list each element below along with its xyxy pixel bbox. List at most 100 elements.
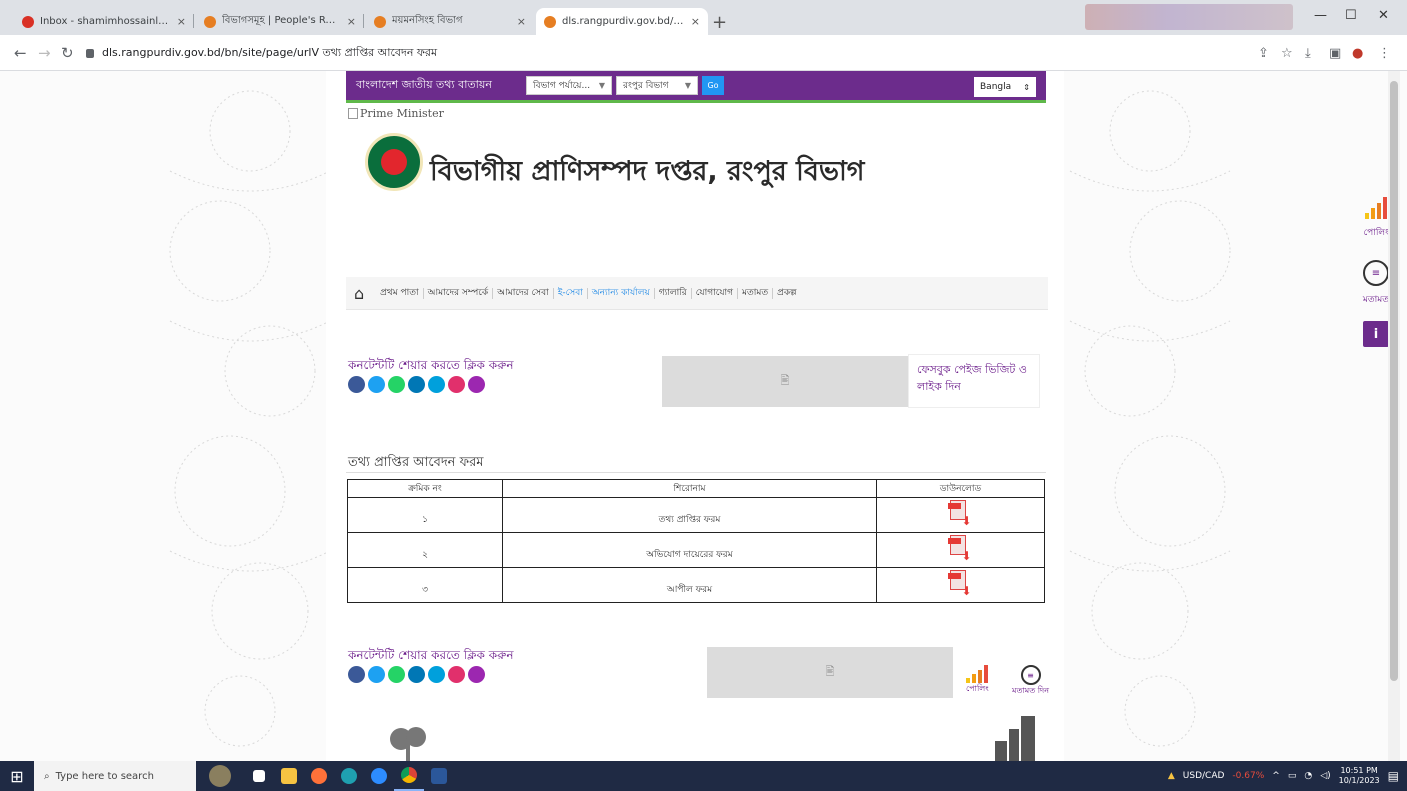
sidepanel-icon[interactable]: ▣ bbox=[1329, 46, 1341, 61]
edge-icon[interactable] bbox=[334, 761, 364, 791]
messenger-icon[interactable] bbox=[448, 376, 465, 393]
share-icon[interactable]: ⇪ bbox=[1258, 46, 1269, 61]
zoom-icon[interactable] bbox=[364, 761, 394, 791]
bookmark-star-icon[interactable]: ☆ bbox=[1281, 46, 1293, 61]
notification-icon[interactable]: ▤ bbox=[1388, 769, 1399, 783]
close-icon[interactable]: × bbox=[691, 15, 700, 28]
menu-item-gallery[interactable]: গ্যালারি bbox=[655, 287, 692, 299]
close-icon[interactable]: × bbox=[517, 15, 526, 28]
menu-item-services[interactable]: আমাদের সেবা bbox=[493, 287, 554, 299]
close-icon[interactable]: × bbox=[347, 15, 356, 28]
browser-tab[interactable]: Inbox - shamimhossainlms@gm × bbox=[14, 8, 194, 35]
main-menu: ⌂ প্রথম পাতা আমাদের সম্পর্কে আমাদের সেবা… bbox=[346, 277, 1048, 310]
title-cell: আপীল ফরম bbox=[502, 567, 877, 603]
firefox-icon[interactable] bbox=[304, 761, 334, 791]
browser-tab-active[interactable]: dls.rangpurdiv.gov.bd/bn/site/p × bbox=[536, 8, 708, 35]
whatsapp-icon[interactable] bbox=[388, 666, 405, 683]
floating-info-button[interactable]: i bbox=[1363, 321, 1389, 347]
language-select[interactable]: Bangla ⇕ bbox=[974, 77, 1036, 97]
file-explorer-icon[interactable] bbox=[274, 761, 304, 791]
address-bar[interactable]: dls.rangpurdiv.gov.bd/bn/site/page/urlV … bbox=[86, 41, 1236, 65]
close-icon[interactable]: × bbox=[177, 15, 186, 28]
menu-item-about[interactable]: আমাদের সম্পর্কে bbox=[424, 287, 494, 299]
twitter-icon[interactable] bbox=[368, 376, 385, 393]
chat-icon: ≡ bbox=[1362, 260, 1389, 286]
battery-icon[interactable]: ▭ bbox=[1288, 771, 1297, 781]
tree-illustration bbox=[390, 727, 426, 761]
maximize-button[interactable]: ☐ bbox=[1345, 8, 1357, 23]
close-window-button[interactable]: ✕ bbox=[1378, 8, 1389, 23]
home-icon[interactable]: ⌂ bbox=[354, 284, 364, 303]
download-icon[interactable]: ⤓ bbox=[1305, 46, 1311, 61]
menu-item-contact[interactable]: যোগাযোগ bbox=[692, 287, 739, 299]
forward-icon[interactable]: → bbox=[38, 44, 51, 62]
menu-item-eservice[interactable]: ই-সেবা bbox=[554, 287, 588, 299]
broken-image-icon bbox=[348, 108, 358, 119]
facebook-icon[interactable] bbox=[348, 376, 365, 393]
serial-cell: ৩ bbox=[347, 567, 503, 603]
page-title: তথ্য প্রাপ্তির আবেদন ফরম bbox=[348, 455, 484, 470]
government-seal-logo[interactable] bbox=[365, 133, 423, 191]
volume-icon[interactable]: ◁) bbox=[1320, 771, 1330, 781]
linkedin-icon[interactable] bbox=[408, 376, 425, 393]
download-cell: ⬇ bbox=[876, 532, 1045, 568]
network-icon[interactable]: ◔ bbox=[1304, 771, 1312, 781]
linkedin-icon[interactable] bbox=[408, 666, 425, 683]
page-scrollbar[interactable] bbox=[1388, 71, 1400, 761]
profile-avatar[interactable]: ● bbox=[1352, 46, 1363, 61]
office-select[interactable]: রংপুর বিভাগ ▼ bbox=[616, 76, 698, 95]
table-header-row: ক্রমিক নং শিরোনাম ডাউনলোড bbox=[347, 479, 1045, 498]
twitter-icon[interactable] bbox=[368, 666, 385, 683]
reload-icon[interactable]: ↻ bbox=[61, 44, 74, 62]
email-share-icon[interactable] bbox=[428, 376, 445, 393]
menu-item-feedback[interactable]: মতামত bbox=[738, 287, 774, 299]
menu-dots-icon[interactable]: ⋮ bbox=[1378, 46, 1391, 61]
portal-label[interactable]: বাংলাদেশ জাতীয় তথ্য বাতায়ন bbox=[356, 76, 526, 95]
seal-center bbox=[381, 149, 407, 175]
chrome-icon[interactable] bbox=[394, 761, 424, 791]
floating-poll-button[interactable]: পোলিং bbox=[1363, 197, 1389, 240]
forms-table: ক্রমিক নং শিরোনাম ডাউনলোড ১ তথ্য প্রাপ্ত… bbox=[347, 479, 1045, 603]
scrollbar-thumb[interactable] bbox=[1390, 81, 1398, 681]
menu-item-projects[interactable]: প্রকল্প bbox=[773, 288, 800, 299]
email-share-icon[interactable] bbox=[428, 666, 445, 683]
new-tab-button[interactable]: + bbox=[712, 12, 727, 33]
messenger-icon[interactable] bbox=[448, 666, 465, 683]
url-text: dls.rangpurdiv.gov.bd/bn/site/page/urlV … bbox=[102, 45, 438, 59]
info-icon: i bbox=[1363, 321, 1389, 347]
gmail-icon bbox=[22, 15, 34, 28]
browser-tab[interactable]: বিভাগসমূহ | People's Republic o × bbox=[196, 8, 364, 35]
division-select[interactable]: বিভাগ পর্যায়ে... ▼ bbox=[526, 76, 612, 95]
clock[interactable]: 10:51 PM 10/1/2023 bbox=[1339, 766, 1380, 786]
gov-icon bbox=[374, 15, 386, 28]
word-icon[interactable] bbox=[424, 761, 454, 791]
browser-tab[interactable]: ময়মনসিংহ বিভাগ × bbox=[366, 8, 534, 35]
task-view-icon[interactable] bbox=[244, 761, 274, 791]
ticker-symbol[interactable]: USD/CAD bbox=[1183, 771, 1225, 781]
facebook-icon[interactable] bbox=[348, 666, 365, 683]
whatsapp-icon[interactable] bbox=[388, 376, 405, 393]
print-icon[interactable] bbox=[468, 666, 485, 683]
column-header-serial: ক্রমিক নং bbox=[347, 479, 503, 498]
taskbar-search-box[interactable]: ⌕ Type here to search bbox=[34, 761, 196, 791]
column-header-title: শিরোনাম bbox=[502, 479, 877, 498]
pdf-download-icon[interactable]: ⬇ bbox=[947, 569, 974, 598]
portal-top-bar: বাংলাদেশ জাতীয় তথ্য বাতায়ন বিভাগ পর্যা… bbox=[346, 71, 1046, 103]
back-icon[interactable]: ← bbox=[14, 44, 27, 62]
print-icon[interactable] bbox=[468, 376, 485, 393]
weather-widget-icon[interactable] bbox=[196, 761, 244, 791]
minimize-button[interactable]: — bbox=[1314, 8, 1327, 23]
footer-poll-link[interactable]: পোলিং bbox=[966, 665, 989, 696]
footer-widget-placeholder: 🖹 bbox=[707, 647, 953, 698]
tray-chevron-icon[interactable]: ^ bbox=[1272, 771, 1280, 781]
go-button[interactable]: Go bbox=[702, 76, 724, 95]
menu-item-other-offices[interactable]: অন্যান্য কার্যালয় bbox=[588, 287, 655, 299]
floating-feedback-button[interactable]: ≡ মতামত bbox=[1363, 260, 1389, 307]
windows-start-icon[interactable]: ⊞ bbox=[0, 761, 34, 791]
pdf-download-icon[interactable]: ⬇ bbox=[947, 499, 974, 528]
menu-item-home[interactable]: প্রথম পাতা bbox=[376, 287, 424, 299]
facebook-page-link[interactable]: ফেসবুক পেইজ ভিজিট ও লাইক দিন bbox=[908, 354, 1040, 408]
pdf-download-icon[interactable]: ⬇ bbox=[947, 534, 974, 563]
footer-feedback-link[interactable]: ≡ মতামত দিন bbox=[1012, 665, 1049, 698]
lock-icon bbox=[86, 48, 94, 58]
